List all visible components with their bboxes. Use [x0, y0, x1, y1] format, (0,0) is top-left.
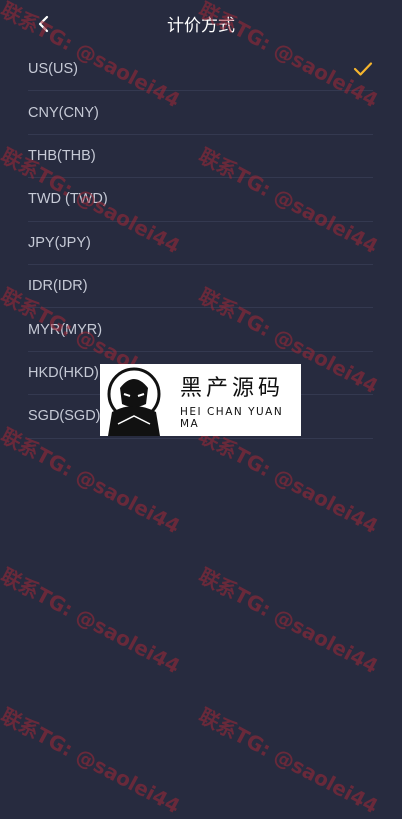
currency-label: US(US): [28, 61, 78, 78]
watermark: 联系TG: @saolei44: [194, 703, 383, 819]
currency-item-idr[interactable]: IDR(IDR): [28, 265, 373, 309]
currency-item-jpy[interactable]: JPY(JPY): [28, 222, 373, 265]
currency-label: MYR(MYR): [28, 321, 103, 338]
currency-item-myr[interactable]: MYR(MYR): [28, 308, 373, 352]
logo-emblem-icon: [100, 364, 168, 436]
currency-label: THB(THB): [28, 147, 96, 164]
page-title: 计价方式: [167, 16, 235, 36]
currency-label: SGD(SGD): [28, 408, 101, 425]
currency-label: CNY(CNY): [28, 104, 99, 121]
watermark: 联系TG: @saolei44: [194, 563, 383, 679]
currency-label: IDR(IDR): [28, 278, 88, 295]
logo-text: 黑产源码 HEI CHAN YUAN MA: [168, 370, 301, 430]
currency-item-cny[interactable]: CNY(CNY): [28, 91, 373, 135]
check-icon: [353, 62, 373, 76]
logo-title-en: HEI CHAN YUAN MA: [180, 406, 284, 430]
currency-label: JPY(JPY): [28, 234, 91, 251]
watermark: 联系TG: @saolei44: [0, 703, 185, 819]
currency-label: HKD(HKD): [28, 364, 99, 381]
currency-item-us[interactable]: US(US): [28, 48, 373, 92]
logo-title-cn: 黑产源码: [180, 376, 285, 401]
watermark: 联系TG: @saolei44: [0, 563, 185, 679]
currency-item-twd[interactable]: TWD (TWD): [28, 178, 373, 222]
currency-item-thb[interactable]: THB(THB): [28, 135, 373, 179]
logo-banner: 黑产源码 HEI CHAN YUAN MA: [100, 364, 301, 436]
currency-label: TWD (TWD): [28, 191, 108, 208]
header: 计价方式: [0, 0, 402, 44]
